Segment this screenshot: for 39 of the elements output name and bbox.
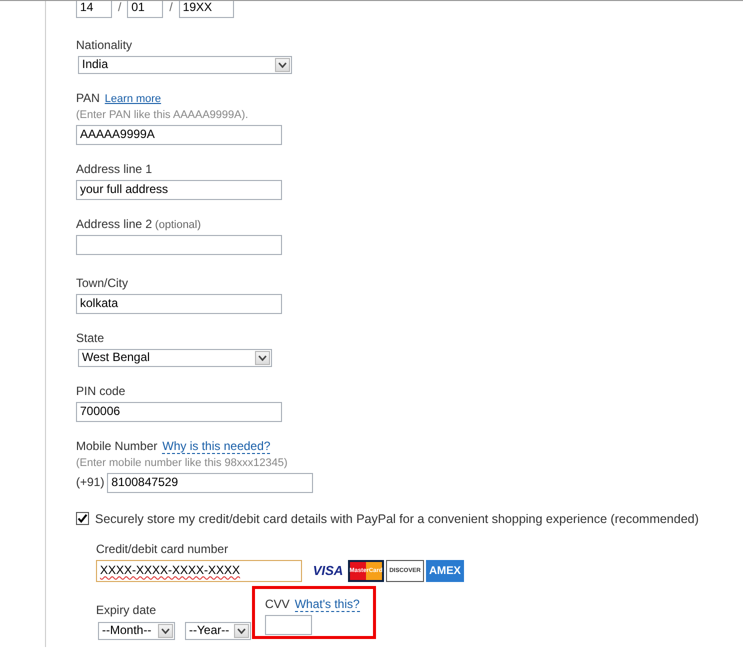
field-label: Address line 1 — [76, 162, 152, 177]
input-field[interactable]: kolkata — [76, 294, 282, 314]
date-separator: / — [118, 1, 122, 15]
card-logo: AMEX — [426, 560, 464, 582]
checkbox[interactable] — [76, 512, 89, 526]
year-select[interactable]: --Year-- — [185, 622, 251, 640]
field-label: CVV — [265, 597, 290, 612]
field-label: Expiry date — [96, 603, 158, 618]
field-label: PIN code — [76, 384, 126, 399]
date-separator: / — [169, 1, 173, 15]
input-field[interactable]: AAAAA9999A — [76, 125, 282, 145]
input-field[interactable]: 8100847529 — [107, 472, 314, 493]
card-number-field[interactable]: XXXX-XXXX-XXXX-XXXX — [96, 560, 302, 582]
input-field[interactable] — [76, 235, 282, 255]
select-field[interactable]: West Bengal — [78, 348, 272, 367]
day-field[interactable]: 14 — [76, 1, 112, 18]
month-select[interactable]: --Month-- — [98, 622, 175, 640]
field-hint: (Enter mobile number like this 98xxx12345) — [76, 456, 289, 470]
optional-note: (optional) — [155, 219, 201, 232]
field-label: State — [76, 330, 104, 346]
field-label: PAN — [76, 91, 100, 106]
card-logo: VISA — [312, 562, 344, 580]
help-link[interactable]: What's this? — [294, 597, 360, 612]
year-field[interactable]: 19XX — [178, 1, 234, 18]
input-field[interactable]: 700006 — [76, 402, 282, 422]
cvv-field[interactable] — [265, 615, 312, 636]
field-label: Nationality — [76, 38, 132, 53]
field-label: Mobile Number — [76, 438, 158, 454]
help-link[interactable]: Why is this needed? — [162, 438, 270, 454]
field-hint: (Enter PAN like this AAAAA9999A). — [76, 109, 250, 122]
select-field[interactable]: India — [78, 56, 292, 74]
country-code: (+91) — [76, 476, 104, 490]
help-link[interactable]: Learn more — [104, 93, 162, 106]
field-label: Town/City — [76, 276, 128, 291]
input-field[interactable]: your full address — [76, 180, 282, 200]
checkbox-label: Securely store my credit/debit card details with PayPal for a convenient shopping experience (recommended) — [95, 512, 699, 526]
month-field[interactable]: 01 — [127, 1, 164, 18]
field-label: Credit/debit card number — [96, 542, 230, 558]
field-label: Address line 2 — [76, 217, 152, 232]
